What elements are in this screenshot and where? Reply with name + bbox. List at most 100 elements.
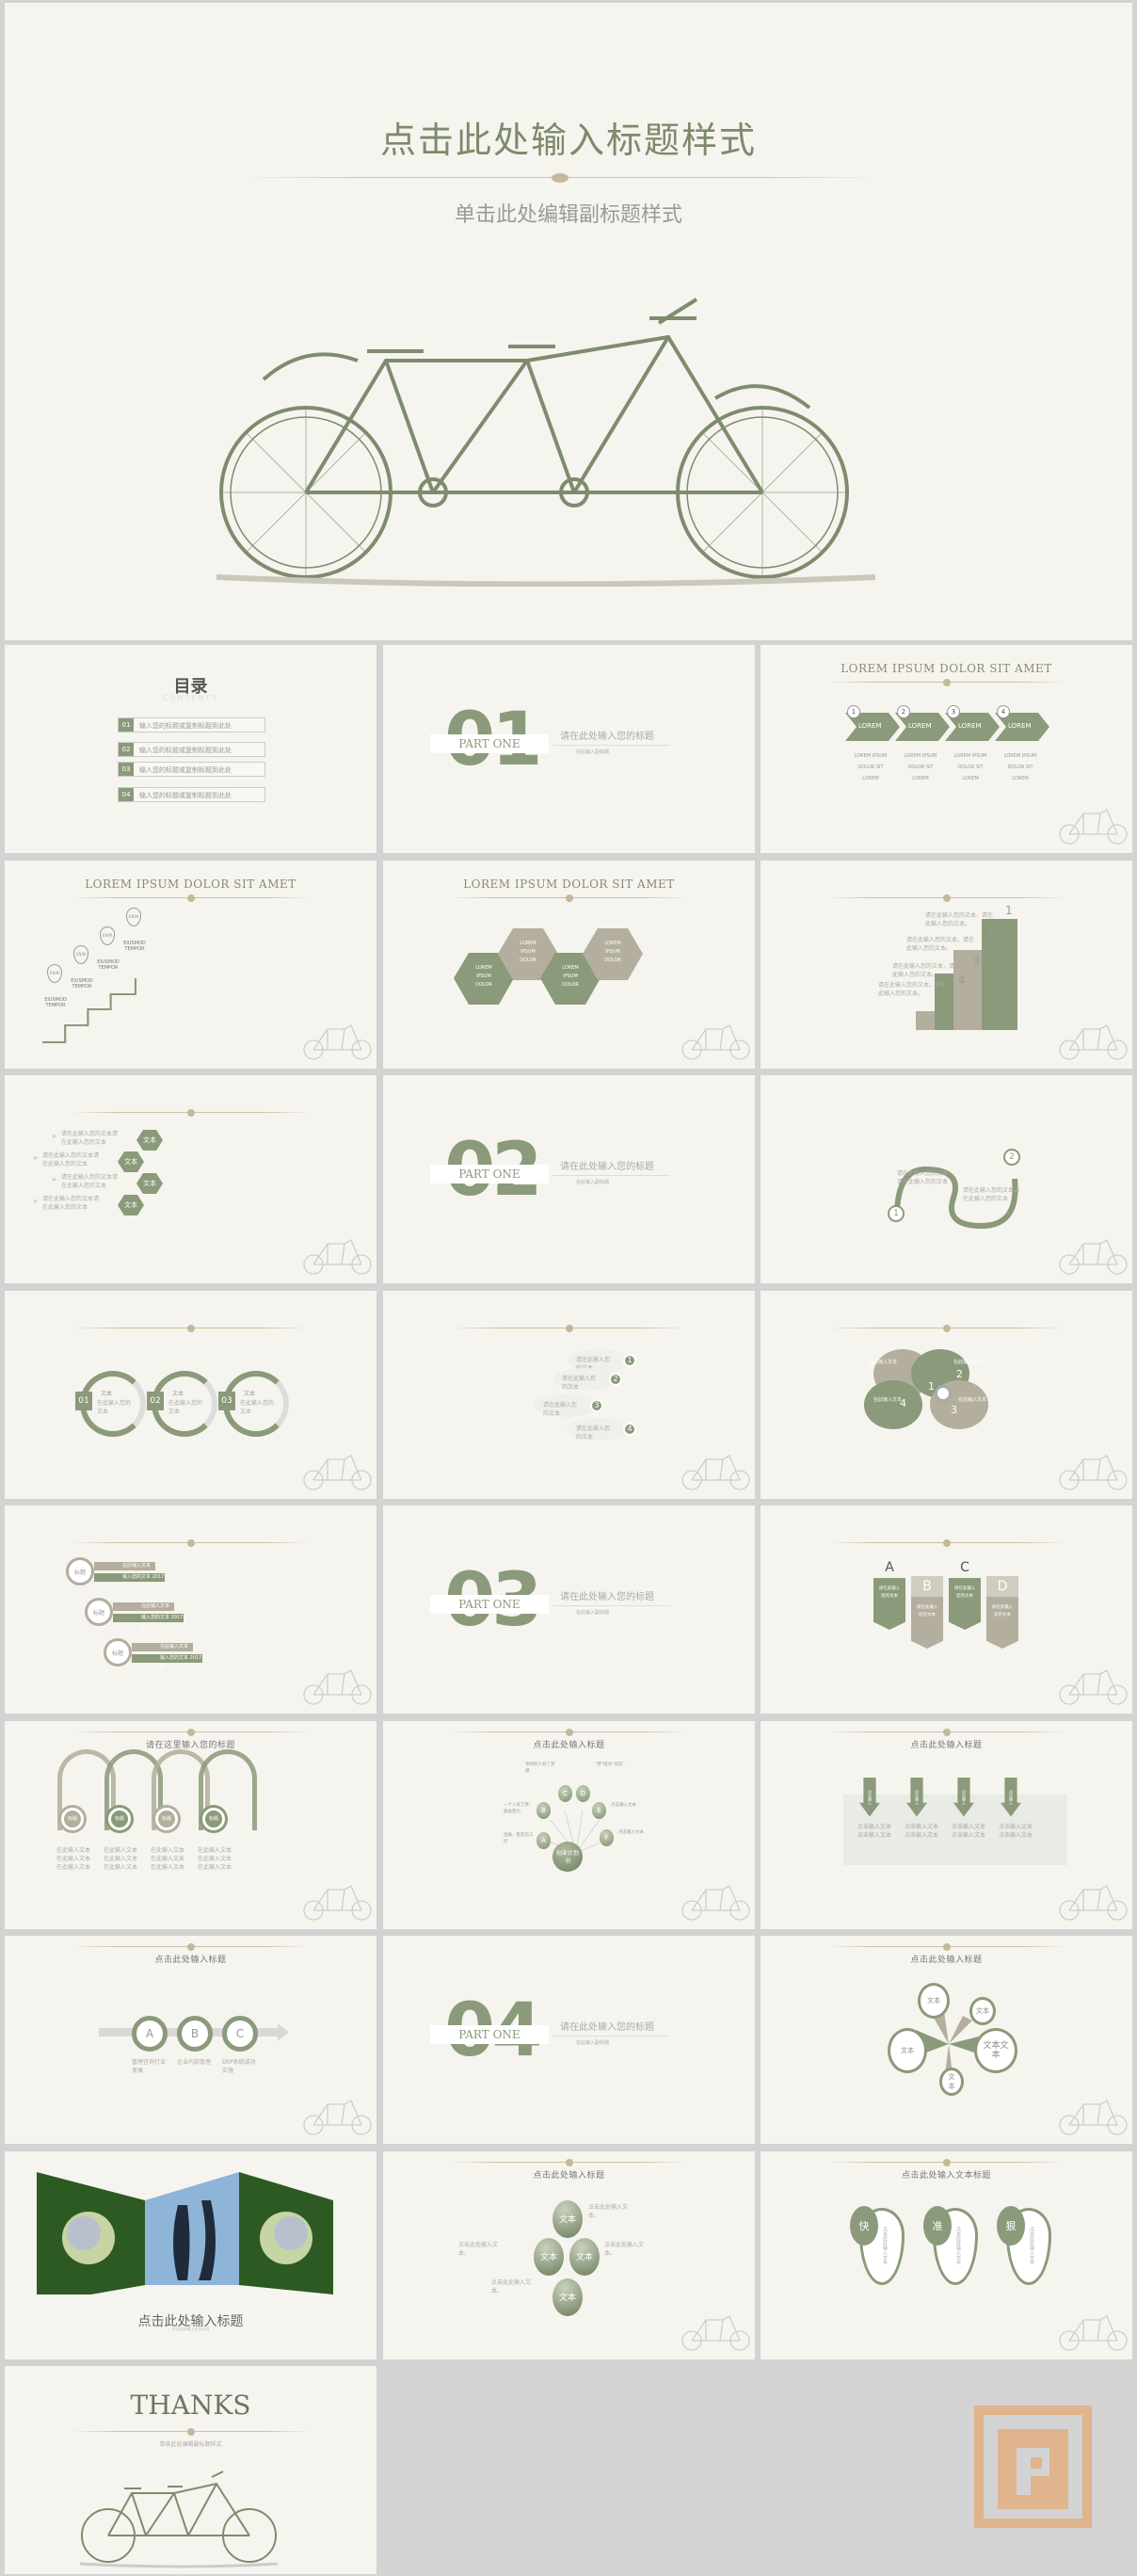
slide-thumbnail-hexes[interactable]: LOREM IPSUM DOLOR SIT AMET LOREM IPSUM DO… (383, 860, 755, 1069)
slide-thumbnail-section[interactable]: 04PART ONE请在此处输入您的标题在此输入副标题 (383, 1936, 755, 2144)
arc-text: 在此输入文本 在此输入文本 在此输入文本 (104, 1846, 138, 1871)
ornament-divider (826, 1324, 1066, 1332)
bubble-text: 请在此输入您的文本 (576, 1425, 611, 1441)
step-text: 请在此输入您的文本请在此输入您的文本 (897, 1170, 949, 1185)
pill-bar-top: 在此输入文本 (132, 1643, 193, 1651)
pill-bar-bottom: 输入您的文本 2017年 (94, 1573, 165, 1588)
slide-thumbnail-radial[interactable]: 点击此处输入标题 创业计划书 A 优质、稳定的工作 B 一个人有了梦，就会努力 C 单纯的人有… (383, 1720, 755, 1929)
toc-item-text: 输入您的标题或复制标题到此处 (139, 722, 232, 730)
bubble-number: 1 (623, 1353, 636, 1367)
toc-item[interactable]: 04 输入您的标题或复制标题到此处 (118, 787, 265, 802)
slide-thumbnail-section[interactable]: 02PART ONE请在此处输入您的标题在此输入副标题 (383, 1075, 755, 1283)
slide-thumbnail-curve[interactable]: 1 2 请在此输入您的文本请在此输入您的文本 请在此输入您的文本请在此输入您的文本 (761, 1075, 1132, 1283)
bar-number: 4 (958, 973, 966, 987)
orb-text: 点击此处输入文本。 (604, 2241, 645, 2257)
ribbon-letter: A (885, 1560, 894, 1575)
clover-center (935, 1384, 952, 1402)
toc-item[interactable]: 03 输入您的标题或复制标题到此处 (118, 762, 265, 777)
ornament-divider (449, 1728, 689, 1736)
letter-ring: B (177, 2016, 213, 2052)
arc-text: 在此输入文本 在此输入文本 在此输入文本 (56, 1846, 91, 1871)
hero-slide[interactable]: 点击此处输入标题样式 单击此处编辑副标题样式 (5, 3, 1132, 640)
text-orb[interactable]: 文本 (552, 2278, 583, 2316)
orb-f[interactable]: F (600, 1828, 614, 1846)
bicycle-icon (302, 1022, 373, 1065)
ring-text: 在此输入您的文本 (240, 1399, 275, 1415)
hexagon-label: LOREM IPSUM DOLOR (520, 940, 536, 963)
chevron-label: LOREM (908, 722, 932, 730)
slide-thumbnail-petals[interactable]: 点击此处输入标题 文本 文本 文本 文本文本 文本 (761, 1936, 1132, 2144)
orb-d[interactable]: D (576, 1784, 590, 1802)
step-caption: LOREM IPSUM DOLOR SIT LOREM (854, 753, 888, 781)
slide-thumbnail-orbs[interactable]: 点击此处输入标题 文本 点击此处输入文本。 文本 点击此处输入文本。 文本 点击此处输入文本… (383, 2150, 755, 2359)
slide-thumbnail-downarrows[interactable]: 点击此处输入标题 点击输入 点击输入文本 点击输入文本 点击输入 点击输入文本 点击输入… (761, 1720, 1132, 1929)
slide-thumbnail-abc[interactable]: 点击此处输入标题 A 管理咨询行业发展 B 企业内部管理 C ERP系统成功实施 (5, 1936, 376, 2144)
orb-text: 单纯的人有了梦想 (525, 1762, 555, 1774)
hexagon-label: LOREM IPSUM DOLOR (562, 964, 579, 988)
ornament-divider (71, 1539, 311, 1547)
ribbon-letter: D (986, 1576, 1018, 1597)
letter-ring: A (132, 2016, 168, 2052)
petal: 文本 (939, 2068, 964, 2096)
ring-number: 01 (75, 1391, 92, 1410)
orb-e[interactable]: E (592, 1801, 606, 1819)
slide-thumbnail-clover[interactable]: 1 在此输入文本 2 在此输入文本 3 在此输入文本 4 在此输入文本 (761, 1290, 1132, 1499)
bicycle-icon (1058, 1452, 1129, 1495)
toc-item[interactable]: 02 输入您的标题或复制标题到此处 (118, 742, 265, 757)
letter-text: 企业内部管理 (177, 2059, 212, 2066)
arc-circle: 标题 (61, 1807, 84, 1830)
ornament-divider (826, 894, 1066, 902)
text-orb[interactable]: 文本 (569, 2237, 600, 2276)
slide-thumbnail-pills[interactable]: 标题 在此输入文本 输入您的文本 2017年 标题 在此输入文本 输入您的文本 2017年… (5, 1505, 376, 1714)
orb-text: 点击此处输入文本。 (458, 2241, 499, 2257)
clover-number: 1 (928, 1379, 935, 1393)
section-divider (552, 745, 670, 746)
orb-c[interactable]: C (558, 1784, 572, 1802)
drop-text: 点击此处输入文本 (1029, 2226, 1034, 2264)
slide-thumbnail-stairs[interactable]: LOREM IPSUM DOLOR SIT AMET ENIM EIUSMOD TE… (5, 860, 376, 1069)
section-title: 请在此处输入您的标题 (560, 2022, 654, 2033)
bicycle-icon (302, 2097, 373, 2140)
slide-title: 点击此处输入文本标题 (901, 2170, 991, 2181)
text-orb[interactable]: 文本 (552, 2199, 583, 2238)
text-orb[interactable]: 文本 (534, 2237, 564, 2276)
slide-thumbnail-section[interactable]: 03PART ONE请在此处输入您的标题在此输入副标题 (383, 1505, 755, 1714)
step-number: 1 (847, 705, 860, 718)
slide-title: 点击此处输入标题 (910, 1956, 983, 1965)
bubble-text: 请在此输入您的文本 (562, 1375, 597, 1391)
slide-thumbnail-hands[interactable]: 1 请在此输入您的文本，请在此输入您的文本。 2 请在此输入您的文本，请在此输入您的文… (761, 860, 1132, 1069)
slide-thumbnail-hexlist[interactable]: » 请在此输入您的文本请在此输入您的文本 文本» 请在此输入您的文本请在此输入您的文本… (5, 1075, 376, 1283)
orb-b[interactable]: B (536, 1801, 551, 1819)
slide-thumbnail-section[interactable]: 01PART ONE请在此处输入您的标题在此输入副标题 (383, 645, 755, 853)
bicycle-icon (302, 1666, 373, 1710)
slide-thumbnail-drops[interactable]: 点击此处输入文本标题快点击此处输入文本准点击此处输入文本狠点击此处输入文本 (761, 2150, 1132, 2359)
toc-item-text: 输入您的标题或复制标题到此处 (139, 766, 232, 774)
bar-number: 2 (986, 927, 994, 942)
slide-thumbnail-arcs[interactable]: 请在这里输入您的标题 标题 在此输入文本 在此输入文本 在此输入文本 标题 在此输入文本… (5, 1720, 376, 1929)
slide-thumbnail-rings[interactable]: 01 文本 在此输入您的文本 02 文本 在此输入您的文本 03 文本 在此输入您的文本 (5, 1290, 376, 1499)
slide-thumbnail-ribbons[interactable]: A 请在此输入您的文本 B 请在此输入您的文本 C 请在此输入您的文本 D 请在此输入您的文本 (761, 1505, 1132, 1714)
step-text: 请在此输入您的文本请在此输入您的文本 (963, 1187, 1020, 1202)
center-orb[interactable]: 创业计划书 (552, 1841, 583, 1872)
slide-title: 点击此处输入标题 (154, 1956, 227, 1965)
slide-thumbnail-thanks[interactable]: THANKS 单击此处编辑副标题样式 (5, 2366, 376, 2574)
letter-ring: C (222, 2016, 258, 2052)
toc-item[interactable]: 01 输入您的标题或复制标题到此处 (118, 717, 265, 733)
bicycle-icon (1058, 1236, 1129, 1280)
petal: 文本 (969, 1997, 996, 2025)
slide-title: 点击此处输入标题 (533, 1740, 605, 1750)
slide-thumbnail-toc[interactable]: 目录 CONTENTS 01 输入您的标题或复制标题到此处 02 输入您的标题或复制标题到… (5, 645, 376, 853)
slide-thumbnail-bubbles[interactable]: 请在此输入您的文本1请在此输入您的文本2请在此输入您的文本3请在此输入您的文本4 (383, 1290, 755, 1499)
arc-text: 在此输入文本 在此输入文本 在此输入文本 (198, 1846, 232, 1871)
bicycle-icon (1058, 1882, 1129, 1925)
bar-text: 请在此输入您的文本，请在此输入您的文本。 (906, 936, 975, 952)
slide-title: LOREM IPSUM DOLOR SIT AMET (841, 662, 1052, 675)
ornament-divider (826, 1539, 1066, 1547)
slide-thumbnail-chevrons[interactable]: LOREM IPSUM DOLOR SIT AMET LOREM 1 LOREM IP… (761, 645, 1132, 853)
watermark-logo (974, 2406, 1092, 2528)
orb-a[interactable]: A (536, 1831, 551, 1849)
item-text: 请在此输入您的文本请在此输入您的文本 (42, 1196, 100, 1211)
ornament-divider (826, 2158, 1066, 2166)
slide-thumbnail-photo[interactable]: 点击此处输入标题 点击此处输入文本内容 (5, 2150, 376, 2359)
clover-number: 2 (956, 1367, 963, 1380)
